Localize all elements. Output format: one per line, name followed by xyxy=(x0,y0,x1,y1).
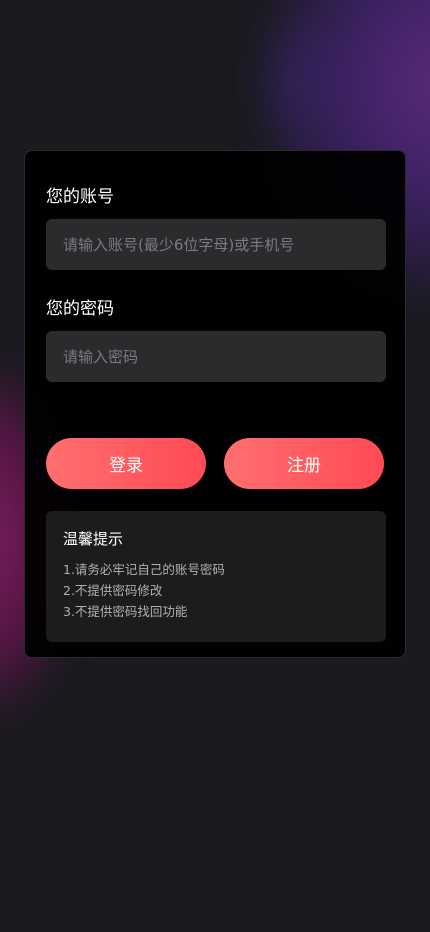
account-input[interactable] xyxy=(46,219,386,270)
password-field-wrapper xyxy=(46,331,386,382)
tips-line: 1.请务必牢记自己的账号密码 xyxy=(63,562,225,577)
account-field-wrapper xyxy=(46,219,386,270)
password-label: 您的密码 xyxy=(46,299,114,319)
tips-title: 温馨提示 xyxy=(63,530,124,548)
login-card: 您的账号 您的密码 登录 注册 温馨提示 1.请务必牢记自己的账号密码 2.不提… xyxy=(24,150,406,658)
tips-line: 2.不提供密码修改 xyxy=(63,583,163,598)
password-input[interactable] xyxy=(46,331,386,382)
register-button[interactable]: 注册 xyxy=(224,438,384,489)
tips-panel: 温馨提示 1.请务必牢记自己的账号密码 2.不提供密码修改 3.不提供密码找回功… xyxy=(46,511,386,642)
login-button[interactable]: 登录 xyxy=(46,438,206,489)
tips-line: 3.不提供密码找回功能 xyxy=(63,604,188,619)
account-label: 您的账号 xyxy=(46,187,114,207)
action-buttons: 登录 注册 xyxy=(46,438,384,489)
